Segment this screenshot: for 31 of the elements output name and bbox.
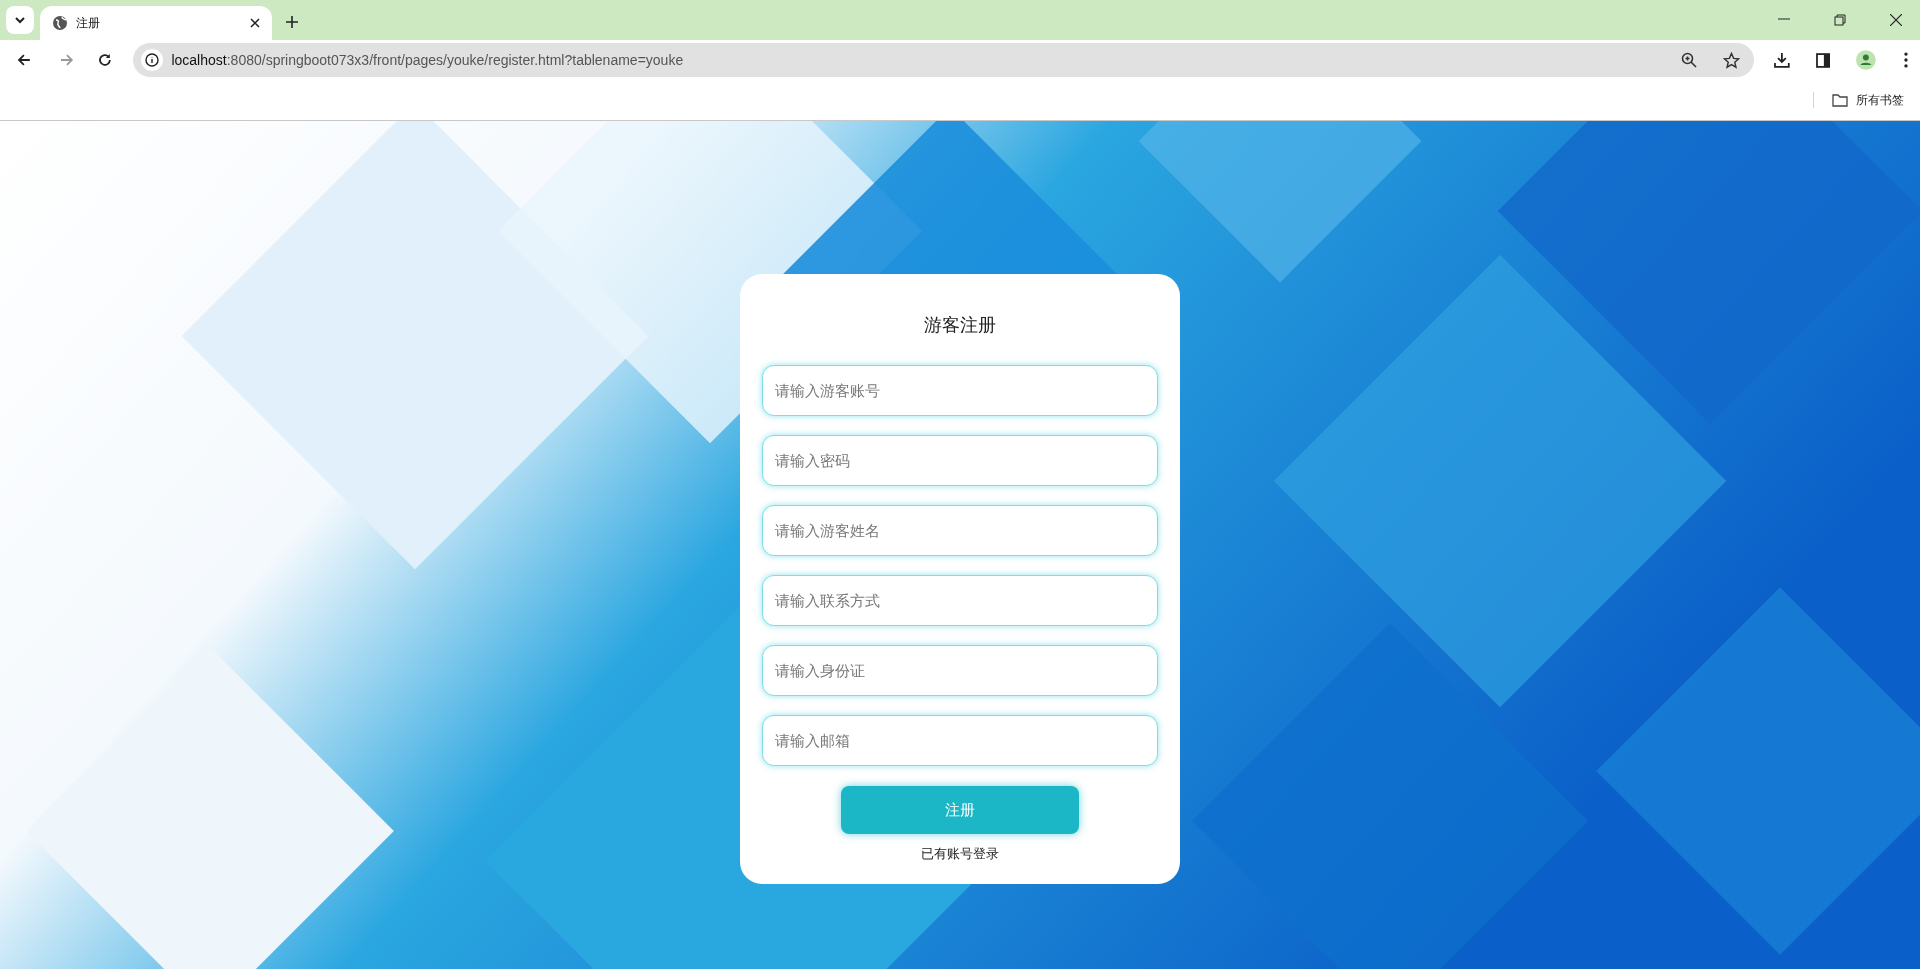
profile-icon[interactable] [1856, 50, 1877, 70]
input-field[interactable]: 请输入联系方式 [762, 575, 1158, 626]
browser-tab[interactable]: 注册 [40, 6, 272, 40]
chevron-down-icon [14, 16, 26, 24]
star-icon[interactable] [1722, 51, 1740, 69]
download-icon[interactable] [1773, 52, 1790, 68]
zoom-icon[interactable] [1680, 52, 1697, 68]
close-icon[interactable] [250, 18, 260, 28]
input-field[interactable]: 请输入游客姓名 [762, 505, 1158, 556]
input-field[interactable]: 请输入游客账号 [762, 365, 1158, 416]
address-bar[interactable]: localhost:8080/springboot073x3/front/pages/youke/register.html?tablename=youke [133, 43, 1754, 77]
folder-icon[interactable] [1832, 93, 1848, 107]
tab-list-button[interactable] [6, 6, 34, 34]
forward-icon[interactable] [59, 53, 74, 67]
bookmarks-folder-label[interactable]: 所有书签 [1856, 91, 1904, 109]
menu-icon[interactable] [1904, 52, 1908, 68]
close-window-icon[interactable] [1890, 14, 1902, 26]
reload-icon[interactable] [97, 53, 112, 67]
new-tab-icon[interactable] [286, 16, 298, 28]
side-panel-icon[interactable] [1815, 52, 1831, 68]
url-text: localhost:8080/springboot073x3/front/pages/youke/register.html?tablename=youke [171, 50, 685, 70]
tab-title: 注册 [76, 15, 101, 32]
info-icon[interactable] [141, 49, 164, 71]
input-field[interactable]: 请输入身份证 [762, 645, 1158, 696]
input-field[interactable]: 请输入密码 [762, 435, 1158, 486]
back-icon[interactable] [17, 53, 31, 67]
globe-icon [52, 15, 68, 31]
restore-icon[interactable] [1834, 14, 1846, 26]
form-title: 游客注册 [924, 314, 996, 337]
input-field[interactable]: 请输入邮箱 [762, 715, 1158, 766]
login-link[interactable]: 已有账号登录 [921, 844, 999, 864]
